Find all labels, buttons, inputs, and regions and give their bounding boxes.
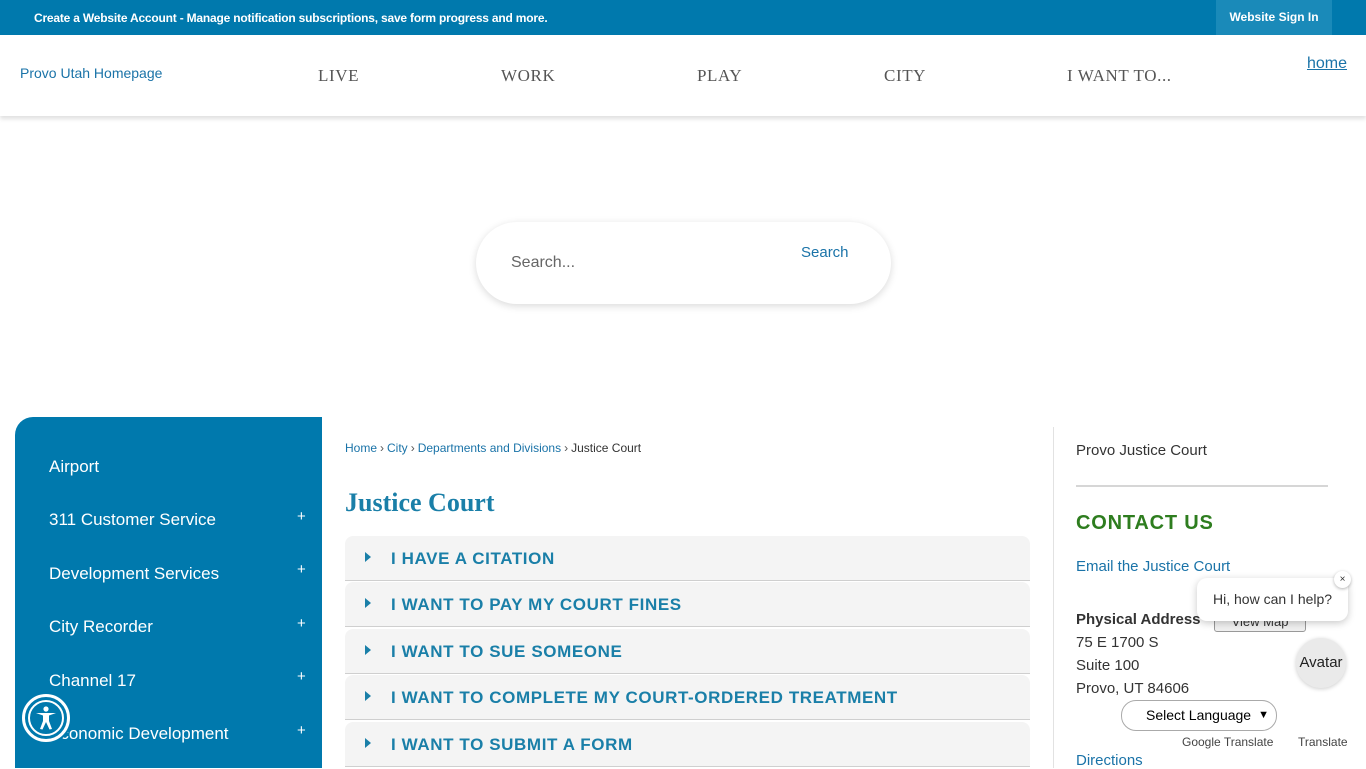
caret-right-icon — [365, 598, 371, 608]
close-icon[interactable]: × — [1334, 571, 1351, 588]
address-line: 75 E 1700 S — [1076, 634, 1159, 651]
contact-divider — [1076, 485, 1328, 487]
accordion-label: I WANT TO PAY MY COURT FINES — [391, 595, 682, 614]
caret-right-icon — [365, 645, 371, 655]
google-translate-logo: Google Translate — [1182, 735, 1274, 749]
address-line: Suite 100 — [1076, 657, 1140, 674]
sidebar-item-311-customer-service[interactable]: 311 Customer Service — [49, 510, 216, 530]
address-line: Provo, UT 84606 — [1076, 680, 1190, 697]
accordion-sue-someone[interactable]: I WANT TO SUE SOMEONE — [345, 629, 1030, 674]
provo-logo-link[interactable]: Provo Utah Homepage — [20, 65, 162, 81]
caret-right-icon — [365, 691, 371, 701]
physical-address-label: Physical Address — [1076, 611, 1201, 628]
breadcrumb-home[interactable]: Home — [345, 441, 377, 455]
breadcrumb-city[interactable]: City — [387, 441, 408, 455]
chevron-down-icon: ▼ — [1258, 709, 1269, 721]
caret-right-icon — [365, 738, 371, 748]
column-divider — [1053, 427, 1054, 768]
expand-plus-icon[interactable]: + — [297, 508, 306, 525]
expand-plus-icon[interactable]: + — [297, 615, 306, 632]
breadcrumb: Home › City › Departments and Divisions › Just… — [345, 441, 641, 455]
accordion-label: I WANT TO SUE SOMEONE — [391, 642, 623, 661]
sidebar-item-city-recorder[interactable]: City Recorder — [49, 617, 153, 637]
contact-us-heading: CONTACT US — [1076, 512, 1214, 534]
sidebar-item-channel-17[interactable]: Channel 17 — [49, 671, 136, 691]
accordion-label: I WANT TO COMPLETE MY COURT-ORDERED TREA… — [391, 688, 898, 707]
expand-plus-icon[interactable]: + — [297, 668, 306, 685]
search-box: Search... Search — [476, 222, 891, 304]
breadcrumb-separator: › — [410, 441, 415, 455]
directions-link[interactable]: Directions — [1076, 752, 1143, 769]
nav-work[interactable]: WORK — [501, 66, 555, 86]
accordion-pay-fines[interactable]: I WANT TO PAY MY COURT FINES — [345, 582, 1030, 627]
accordion-citation[interactable]: I HAVE A CITATION — [345, 536, 1030, 581]
chat-avatar-button[interactable]: Avatar — [1296, 638, 1346, 688]
accordion-label: I HAVE A CITATION — [391, 549, 555, 568]
hero-section: Search... Search — [0, 116, 1366, 417]
breadcrumb-separator: › — [380, 441, 385, 455]
accordion-label: I WANT TO SUBMIT A FORM — [391, 735, 633, 754]
nav-city[interactable]: CITY — [884, 66, 926, 86]
sidebar-item-economic-development[interactable]: Economic Development — [49, 724, 229, 744]
utility-bar: Create a Website Account - Manage notifi… — [0, 0, 1366, 35]
sidebar-item-development-services[interactable]: Development Services — [49, 564, 219, 584]
email-justice-court-link[interactable]: Email the Justice Court — [1076, 558, 1230, 575]
caret-right-icon — [365, 552, 371, 562]
expand-plus-icon[interactable]: + — [297, 561, 306, 578]
justice-court-image: Provo Justice Court — [1076, 442, 1207, 459]
language-select-value: Select Language — [1146, 707, 1252, 723]
expand-plus-icon[interactable]: + — [297, 722, 306, 739]
breadcrumb-departments[interactable]: Departments and Divisions — [418, 441, 561, 455]
website-sign-in-button[interactable]: Website Sign In — [1216, 0, 1332, 35]
site-header: Provo Utah Homepage LIVE WORK PLAY CITY … — [0, 35, 1366, 116]
search-button[interactable]: Search — [801, 244, 849, 261]
page-title: Justice Court — [345, 488, 495, 517]
accordion-submit-form[interactable]: I WANT TO SUBMIT A FORM — [345, 722, 1030, 767]
search-input[interactable]: Search... — [511, 254, 575, 272]
language-select[interactable]: Select Language ▼ — [1121, 700, 1277, 731]
create-account-link[interactable]: Create a Website Account - Manage notifi… — [34, 11, 548, 25]
sidebar-item-airport[interactable]: Airport — [49, 457, 99, 477]
nav-play[interactable]: PLAY — [697, 66, 742, 86]
nav-i-want-to[interactable]: I WANT TO... — [1067, 66, 1172, 86]
chat-greeting-bubble[interactable]: Hi, how can I help? — [1197, 578, 1348, 621]
accessibility-icon[interactable] — [22, 694, 70, 742]
accordion-court-ordered-treatment[interactable]: I WANT TO COMPLETE MY COURT-ORDERED TREA… — [345, 675, 1030, 720]
breadcrumb-current: Justice Court — [571, 441, 642, 455]
translate-label: Translate — [1298, 735, 1348, 749]
breadcrumb-separator: › — [564, 441, 569, 455]
home-icon[interactable]: home — [1301, 52, 1353, 76]
nav-live[interactable]: LIVE — [318, 66, 359, 86]
